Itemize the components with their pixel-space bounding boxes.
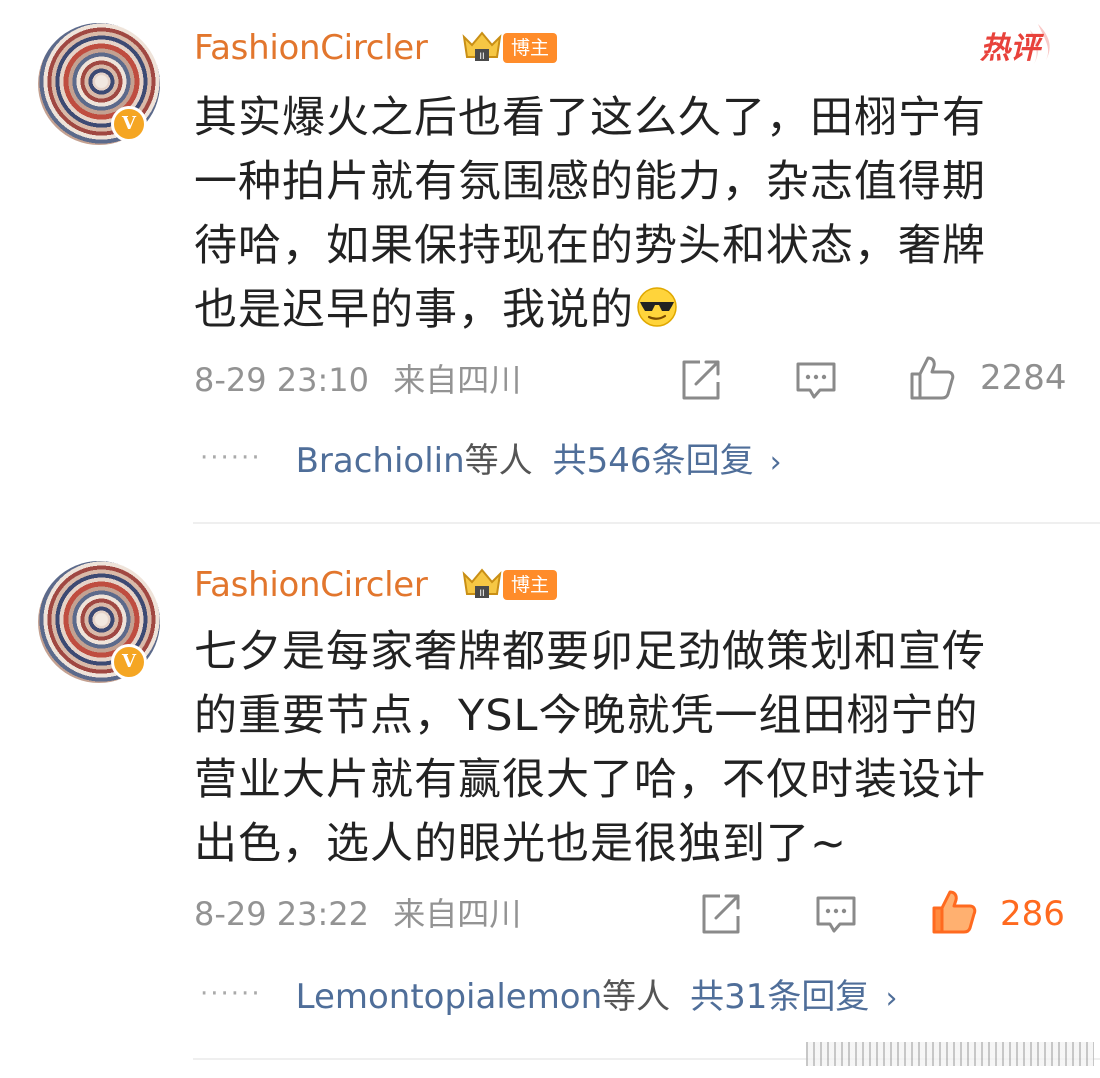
replies-link[interactable]: ······ Lemontopialemon等人 共31条回复 › [200,972,897,1021]
location: 来自四川 [393,895,522,933]
reply-total[interactable]: 共546条回复 [553,441,754,481]
crown-level-icon: II [462,31,502,62]
reply-user[interactable]: Brachiolin [296,441,465,481]
share-icon[interactable] [696,890,744,938]
reply-user[interactable]: Lemontopialemon [296,977,603,1017]
comment-item: V FashionCircler II 博主 热评 其实爆火之后也看了这么久了，… [0,0,1100,523]
username[interactable]: FashionCircler [194,565,428,605]
replies-link[interactable]: ······ Brachiolin等人 共546条回复 › [200,436,782,485]
comment-meta: 8-29 23:22 来自四川 [194,894,521,934]
comment-meta: 8-29 23:10 来自四川 [194,360,521,400]
crown-level-icon: II [462,568,502,599]
sunglasses-emoji-icon [637,287,677,327]
thumbs-up-icon[interactable] [930,888,978,936]
comment-icon[interactable] [792,356,840,404]
hot-comment-icon: 热评 [976,20,1058,72]
hot-comment-label: 热评 [980,31,1040,66]
thumbs-up-icon[interactable] [908,354,956,402]
timestamp: 8-29 23:10 [194,361,370,399]
like-count: 2284 [980,358,1067,398]
username[interactable]: FashionCircler [194,28,428,68]
svg-text:II: II [479,52,484,62]
comment-text: 其实爆火之后也看了这么久了，田栩宁有 一种拍片就有氛围感的能力，杂志值得期 待哈… [194,93,986,335]
location: 来自四川 [393,361,522,399]
comment-icon[interactable] [812,890,860,938]
timestamp: 8-29 23:22 [194,895,370,933]
share-icon[interactable] [676,356,724,404]
blogger-badge: 博主 [503,33,558,63]
verified-v-icon: V [111,106,147,142]
chevron-right-icon: › [769,445,782,480]
like-count: 286 [1000,894,1065,934]
blogger-badge: 博主 [503,570,558,600]
verified-v-icon: V [111,644,147,680]
comment-text: 七夕是每家奢牌都要卯足劲做策划和宣传 的重要节点，YSL今晚就凭一组田栩宁的 营… [194,627,986,869]
svg-text:II: II [479,589,484,599]
watermark-strip [806,1042,1094,1066]
chevron-right-icon: › [885,981,898,1016]
reply-total[interactable]: 共31条回复 [690,977,869,1017]
comment-item: V FashionCircler II 博主 七夕是每家奢牌都要卯足劲做策划和宣… [0,524,1100,1054]
